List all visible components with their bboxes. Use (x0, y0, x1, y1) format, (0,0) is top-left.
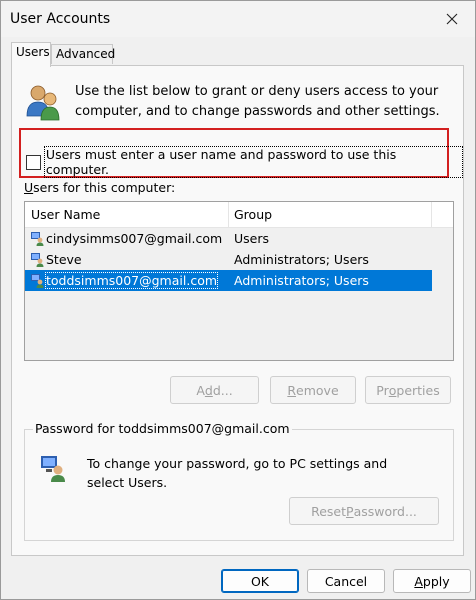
password-group-title: Password for toddsimms007@gmail.com (33, 421, 292, 436)
add-button-pre: A (196, 382, 205, 398)
reset-button-post: assword... (353, 503, 417, 519)
properties-button-mnemonic: o (388, 382, 397, 398)
add-button-mnemonic: d (204, 382, 213, 398)
column-divider[interactable] (431, 202, 432, 227)
table-row[interactable]: Steve Administrators; Users (25, 249, 432, 270)
table-row[interactable]: cindysimms007@gmail.com Users (25, 228, 432, 249)
window-title: User Accounts (10, 11, 111, 27)
properties-button-post: perties (396, 382, 440, 398)
apply-button[interactable]: Apply (393, 569, 471, 593)
column-header-group[interactable]: Group (234, 207, 272, 222)
users-list[interactable]: User Name Group cindysimms007@gmail.com … (24, 201, 454, 361)
password-info-text: To change your password, go to PC settin… (87, 456, 388, 490)
remove-button-post: emove (296, 382, 339, 398)
user-name-cell: Steve (46, 252, 82, 267)
group-cell: Administrators; Users (234, 252, 369, 267)
close-button[interactable] (429, 1, 475, 37)
login-required-checkbox-row[interactable]: Users must enter a user name and passwor… (26, 146, 463, 178)
intro-text: Use the list below to grant or deny user… (75, 84, 440, 119)
users-list-header: User Name Group (25, 202, 453, 228)
ok-button[interactable]: OK (221, 569, 299, 593)
user-icon (31, 232, 44, 246)
remove-button[interactable]: Remove (270, 376, 356, 404)
user-icon (31, 274, 44, 288)
cancel-button[interactable]: Cancel (307, 569, 385, 593)
users-icon (26, 85, 60, 121)
tab-advanced-label: Advanced (56, 47, 116, 61)
password-icon (41, 456, 65, 482)
password-groupbox: Password for toddsimms007@gmail.com To c… (24, 421, 454, 541)
users-list-label: Users for this computer: (24, 180, 175, 195)
users-label-rest: sers for this computer: (33, 180, 176, 195)
login-required-label[interactable]: Users must enter a user name and passwor… (43, 146, 463, 178)
group-cell: Users (234, 231, 270, 246)
add-button[interactable]: Ad d... (170, 376, 259, 404)
add-button-post: d... (212, 382, 233, 398)
close-icon (446, 13, 458, 25)
reset-button-pre: Reset (311, 503, 347, 519)
remove-button-mnemonic: R (287, 382, 297, 398)
apply-button-post: pply (422, 573, 450, 589)
reset-password-button[interactable]: Reset Password... (289, 497, 439, 525)
tab-users[interactable]: Users (11, 42, 51, 67)
dialog-footer: OK Cancel Apply (1, 557, 475, 599)
login-required-checkbox[interactable] (26, 154, 41, 170)
properties-button-pre: Pr (376, 382, 389, 398)
tab-advanced[interactable]: Advanced (51, 44, 116, 64)
column-divider[interactable] (228, 202, 229, 227)
properties-button[interactable]: Pr o perties (365, 376, 451, 404)
user-name-cell: cindysimms007@gmail.com (46, 231, 223, 246)
apply-button-mnemonic: A (414, 573, 423, 589)
user-icon (31, 253, 44, 267)
users-label-mnemonic: U (24, 180, 34, 195)
column-header-user-name[interactable]: User Name (31, 207, 100, 222)
reset-button-mnemonic: P (346, 503, 354, 519)
title-bar: User Accounts (1, 1, 475, 37)
user-name-cell: toddsimms007@gmail.com (44, 272, 219, 289)
tab-users-label: Users (16, 45, 50, 59)
table-row-selected[interactable]: toddsimms007@gmail.com Administrators; U… (25, 270, 432, 291)
user-accounts-window: User Accounts Users Advanced Use the lis… (0, 0, 476, 600)
group-cell: Administrators; Users (234, 273, 369, 288)
users-tab-panel: Use the list below to grant or deny user… (11, 65, 464, 556)
